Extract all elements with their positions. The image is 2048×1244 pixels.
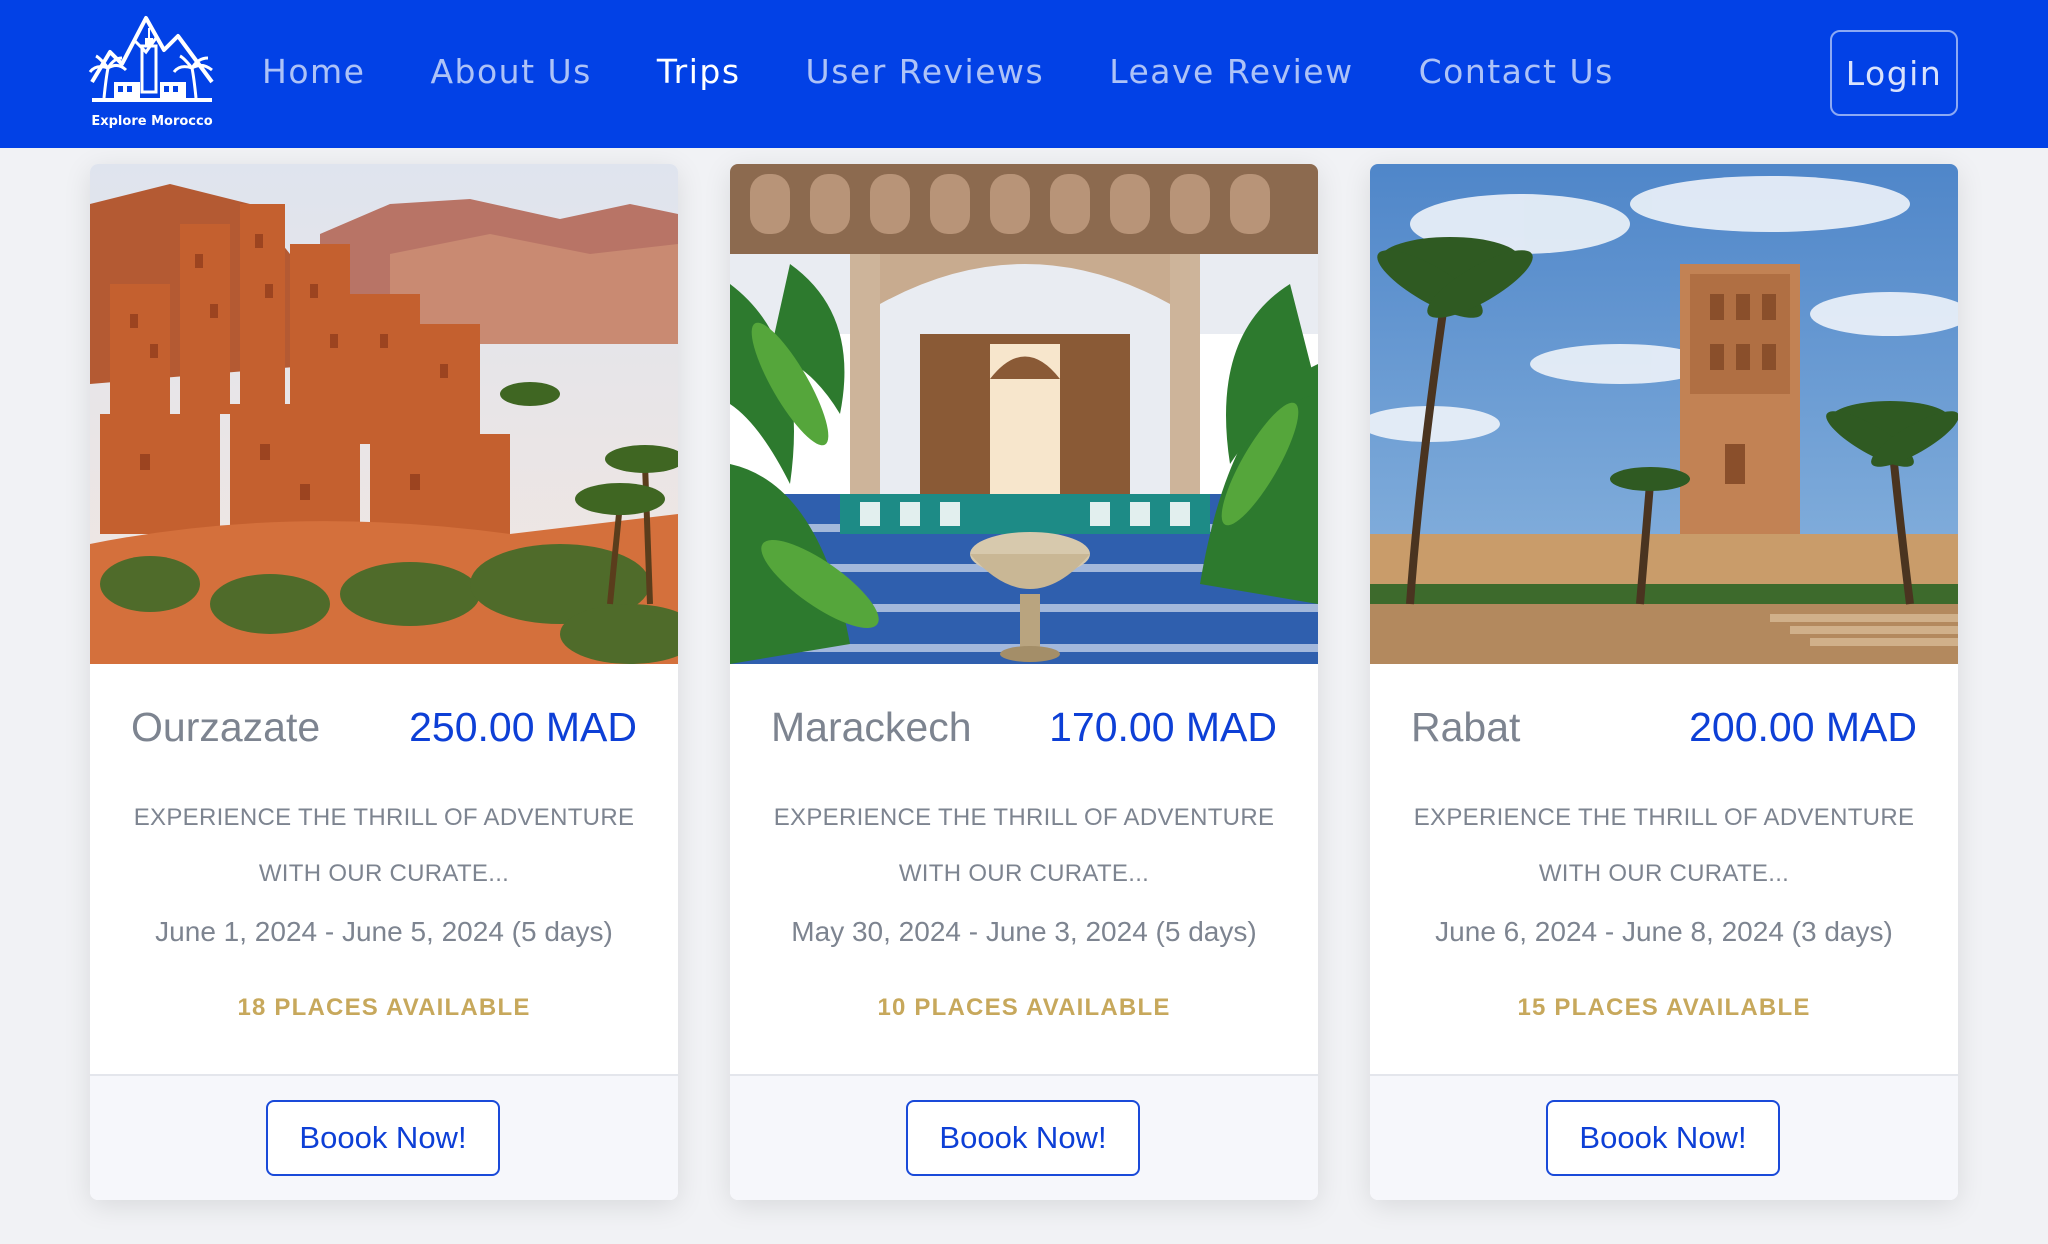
trip-description: EXPERIENCE THE THRILL OF ADVENTURE WITH …: [773, 804, 1275, 887]
trip-card: Ourzazate 250.00 MAD EXPERIENCE THE THRI…: [90, 164, 678, 1200]
nav-menu: Home About Us Trips User Reviews Leave R…: [262, 52, 1679, 91]
trip-price: 250.00 MAD: [409, 704, 637, 750]
trip-image-riad[interactable]: [730, 164, 1318, 664]
card-footer: Boook Now!: [1370, 1074, 1958, 1200]
nav-home[interactable]: Home: [262, 52, 365, 91]
trip-description: EXPERIENCE THE THRILL OF ADVENTURE WITH …: [133, 804, 635, 887]
login-button[interactable]: Login: [1830, 30, 1958, 116]
logo-text: Explore Morocco: [91, 114, 213, 129]
trip-price: 170.00 MAD: [1049, 704, 1277, 750]
nav-leave-review[interactable]: Leave Review: [1109, 52, 1353, 91]
book-now-button[interactable]: Boook Now!: [1546, 1100, 1780, 1176]
book-now-button[interactable]: Boook Now!: [266, 1100, 500, 1176]
card-footer: Boook Now!: [90, 1074, 678, 1200]
navbar: Explore Morocco Home About Us Trips User…: [0, 0, 2048, 148]
trip-card: Marackech 170.00 MAD EXPERIENCE THE THRI…: [730, 164, 1318, 1200]
logo[interactable]: Explore Morocco: [86, 12, 218, 136]
trip-city: Ourzazate: [131, 704, 321, 750]
book-now-button[interactable]: Boook Now!: [906, 1100, 1140, 1176]
trip-places-available: 18 PLACES AVAILABLE: [237, 994, 531, 1021]
nav-about-us[interactable]: About Us: [430, 52, 591, 91]
nav-trips[interactable]: Trips: [657, 52, 741, 91]
riad-courtyard-photo: [730, 164, 1318, 664]
kasbah-desert-photo: [90, 164, 678, 664]
trip-description: EXPERIENCE THE THRILL OF ADVENTURE WITH …: [1413, 804, 1915, 887]
trip-city: Rabat: [1411, 704, 1521, 750]
trip-dates: June 6, 2024 - June 8, 2024 (3 days): [1435, 916, 1893, 947]
logo-mark: [88, 16, 214, 102]
card-footer: Boook Now!: [730, 1074, 1318, 1200]
trip-price: 200.00 MAD: [1689, 704, 1917, 750]
nav-contact-us[interactable]: Contact Us: [1419, 52, 1614, 91]
trip-card: Rabat 200.00 MAD EXPERIENCE THE THRILL O…: [1370, 164, 1958, 1200]
trip-image-kasbah[interactable]: [90, 164, 678, 664]
hassan-tower-photo: [1370, 164, 1958, 664]
trip-city: Marackech: [771, 704, 972, 750]
trip-dates: June 1, 2024 - June 5, 2024 (5 days): [155, 916, 613, 947]
trip-places-available: 15 PLACES AVAILABLE: [1517, 994, 1811, 1021]
trip-image-hassan-tower[interactable]: [1370, 164, 1958, 664]
nav-user-reviews[interactable]: User Reviews: [806, 52, 1045, 91]
trip-dates: May 30, 2024 - June 3, 2024 (5 days): [791, 916, 1257, 947]
trip-places-available: 10 PLACES AVAILABLE: [877, 994, 1171, 1021]
